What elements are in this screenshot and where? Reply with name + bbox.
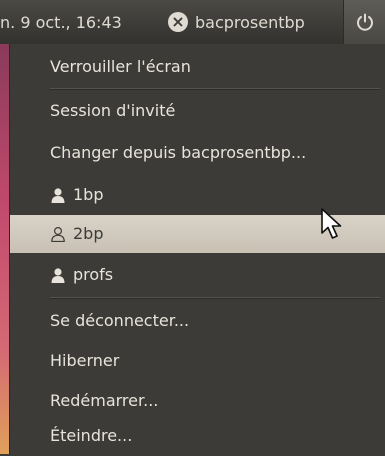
menu-item-shut-down[interactable]: Éteindre... bbox=[10, 416, 385, 456]
menu-item-label: Hiberner bbox=[50, 351, 120, 370]
user-name-label: 2bp bbox=[73, 224, 104, 243]
desktop-background-edge bbox=[0, 44, 9, 454]
menu-separator bbox=[50, 88, 380, 90]
username-label: bacprosentbp bbox=[195, 12, 305, 32]
busy-x-icon: × bbox=[168, 12, 188, 32]
menu-item-label: Verrouiller l'écran bbox=[50, 57, 191, 76]
menu-item-guest-session[interactable]: Session d'invité bbox=[10, 91, 385, 131]
user-icon bbox=[51, 226, 65, 242]
menu-item-hibernate[interactable]: Hiberner bbox=[10, 341, 385, 381]
user-icon bbox=[51, 188, 65, 203]
menu-item-label: Changer depuis bacprosentbp... bbox=[50, 143, 307, 162]
power-button[interactable] bbox=[343, 0, 385, 44]
power-icon bbox=[357, 13, 373, 31]
menu-item-user-profs[interactable]: profs bbox=[10, 255, 385, 295]
top-panel: n. 9 oct., 16:43 × bacprosentbp bbox=[0, 0, 385, 44]
user-name-label: 1bp bbox=[73, 185, 104, 204]
session-menu: Verrouiller l'écran Session d'invité Cha… bbox=[9, 44, 385, 454]
clock-indicator[interactable]: n. 9 oct., 16:43 bbox=[0, 13, 122, 32]
menu-item-label: Se déconnecter... bbox=[50, 311, 190, 330]
user-icon bbox=[51, 268, 65, 283]
menu-item-label: Éteindre... bbox=[50, 426, 133, 445]
menu-item-log-out[interactable]: Se déconnecter... bbox=[10, 301, 385, 341]
menu-item-switch-user[interactable]: Changer depuis bacprosentbp... bbox=[10, 133, 385, 173]
user-name-label: profs bbox=[73, 265, 114, 284]
menu-item-label: Session d'invité bbox=[50, 101, 176, 120]
menu-item-restart[interactable]: Redémarrer... bbox=[10, 381, 385, 421]
menu-item-label: Redémarrer... bbox=[50, 391, 159, 410]
menu-item-lock-screen[interactable]: Verrouiller l'écran bbox=[10, 47, 385, 87]
mouse-pointer-icon bbox=[321, 208, 342, 239]
user-indicator[interactable]: × bacprosentbp bbox=[168, 9, 305, 35]
menu-separator bbox=[50, 297, 380, 299]
